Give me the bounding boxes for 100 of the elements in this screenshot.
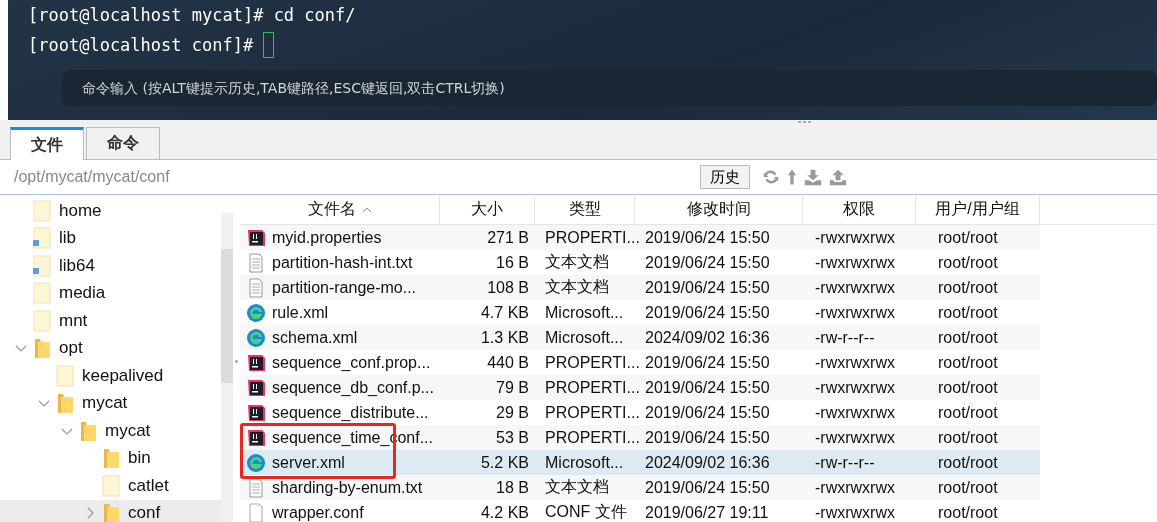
file-row[interactable]: partition-range-mo... 108 B 文本文档 2019/06/24 15:50 -rwxrwxrwx root/root (240, 275, 1040, 300)
path-field[interactable]: /opt/mycat/mycat/conf (14, 168, 700, 186)
column-header[interactable]: 类型 (535, 195, 635, 224)
file-icon (246, 352, 266, 373)
table-cell-text: 2019/06/24 15:50 (644, 427, 771, 448)
table-cell-text: root/root (937, 502, 999, 522)
folder-icon (33, 199, 51, 222)
table-cell-text: 2019/06/27 19:11 (644, 502, 770, 522)
tree-item[interactable]: conf (0, 499, 221, 522)
column-header[interactable]: 文件名 (240, 195, 440, 224)
resize-grip-icon[interactable] (797, 120, 811, 124)
table-cell-text: 2019/06/24 15:50 (644, 277, 771, 298)
table-cell-text: -rwxrwxrwx (814, 252, 896, 273)
tree-item[interactable]: lib (0, 224, 221, 252)
table-cell-text: 79 B (495, 377, 530, 398)
folder-icon (33, 337, 51, 360)
tab[interactable]: 命令 (86, 127, 160, 159)
table-cell-text: root/root (937, 352, 999, 373)
file-icon (246, 327, 266, 348)
file-row[interactable]: schema.xml 1.3 KB Microsoft... 2024/09/02 16:36 -rw-r--r-- root/root (240, 325, 1040, 350)
file-row[interactable]: sharding-by-enum.txt 18 B 文本文档 2019/06/24 15:50 -rwxrwxrwx root/root (240, 475, 1040, 500)
tree-item[interactable]: home (0, 197, 221, 225)
table-cell-text: 2019/06/24 15:50 (644, 352, 771, 373)
table-cell-text: 108 B (486, 277, 530, 298)
up-arrow-icon[interactable] (787, 168, 797, 186)
table-cell-text: 2019/06/24 15:50 (644, 227, 771, 248)
upload-icon[interactable] (829, 168, 847, 186)
table-cell-text: -rw-r--r-- (814, 327, 876, 348)
file-icon (246, 227, 266, 248)
table-cell-text: -rwxrwxrwx (814, 427, 896, 448)
folder-icon (33, 227, 51, 250)
column-header[interactable]: 修改时间 (635, 195, 803, 224)
tree-item[interactable]: bin (0, 444, 221, 472)
table-cell-text: CONF 文件 (544, 502, 628, 522)
tab[interactable]: 文件 (10, 127, 84, 160)
table-cell-text: -rwxrwxrwx (814, 502, 896, 522)
table-cell-text: -rwxrwxrwx (814, 377, 896, 398)
table-cell-text: -rwxrwxrwx (814, 352, 896, 373)
table-cell-text: 1.3 KB (479, 327, 530, 348)
table-cell-text: Microsoft... (544, 302, 625, 323)
column-header[interactable]: 权限 (803, 195, 916, 224)
tree-item[interactable]: media (0, 279, 221, 307)
table-cell-text: 16 B (495, 252, 530, 273)
tree-item[interactable]: mycat (0, 417, 221, 445)
table-cell-text: 2019/06/24 15:50 (644, 477, 771, 498)
table-cell-text: 440 B (486, 352, 530, 373)
table-cell-text: -rwxrwxrwx (814, 277, 896, 298)
table-cell-text: -rwxrwxrwx (814, 227, 896, 248)
tree-item[interactable]: catlet (0, 472, 221, 500)
table-cell-text: 2019/06/24 15:50 (644, 402, 771, 423)
table-cell-text: 2019/06/24 15:50 (644, 302, 771, 323)
table-cell-text: 29 B (495, 402, 530, 423)
folder-icon (79, 419, 97, 442)
table-cell-text: root/root (937, 402, 999, 423)
folder-icon (56, 364, 74, 387)
table-cell-text: root/root (937, 302, 999, 323)
file-icon (246, 277, 266, 298)
folder-icon (102, 447, 120, 470)
folder-icon (33, 309, 51, 332)
download-icon[interactable] (804, 168, 822, 186)
table-cell-text: -rwxrwxrwx (814, 477, 896, 498)
file-row[interactable]: sequence_db_conf.p... 79 B PROPERTI... 2019/06/24 15:50 -rwxrwxrwx root/root (240, 375, 1040, 400)
file-icon (246, 252, 266, 273)
file-row[interactable]: myid.properties 271 B PROPERTI... 2019/06/24 15:50 -rwxrwxrwx root/root (240, 225, 1040, 250)
tree-item[interactable]: mnt (0, 307, 221, 335)
table-cell-text: 文本文档 (544, 252, 610, 272)
table-cell-text: root/root (937, 252, 999, 273)
refresh-icon[interactable] (762, 168, 780, 186)
folder-icon (102, 474, 120, 497)
tree-item[interactable]: opt (0, 334, 221, 362)
table-cell-text: root/root (937, 377, 999, 398)
table-cell-text: 18 B (495, 477, 530, 498)
table-cell-text: 2019/06/24 15:50 (644, 377, 771, 398)
tree-item[interactable]: keepalived (0, 362, 221, 390)
table-cell-text: 2024/09/02 16:36 (644, 452, 771, 473)
scrollbar-thumb[interactable] (221, 249, 233, 383)
folder-icon (56, 392, 74, 415)
table-cell-text: root/root (937, 327, 999, 348)
column-header[interactable]: 大小 (440, 195, 535, 224)
command-input-field[interactable]: 命令输入 (按ALT键提示历史,TAB键路径,ESC键返回,双击CTRL切换) (62, 70, 1157, 106)
tree-item[interactable]: mycat (0, 389, 221, 417)
file-row[interactable]: server.xml 5.2 KB Microsoft... 2024/09/02 16:36 -rw-r--r-- root/root (240, 450, 1040, 475)
table-cell-text: root/root (937, 277, 999, 298)
folder-icon (33, 282, 51, 305)
table-cell-text: Microsoft... (544, 327, 625, 348)
file-icon (246, 427, 266, 448)
table-cell-text: 53 B (495, 427, 530, 448)
file-icon (246, 502, 266, 522)
table-cell-text: root/root (937, 477, 999, 498)
table-cell-text: 2024/09/02 16:36 (644, 327, 771, 348)
file-icon (246, 302, 266, 323)
table-cell-text: -rwxrwxrwx (814, 302, 896, 323)
file-icon (246, 452, 266, 473)
table-cell-text: root/root (937, 227, 999, 248)
history-button[interactable]: 历史 (700, 165, 750, 189)
table-cell-text: 4.2 KB (479, 502, 530, 522)
tree-item[interactable]: lib64 (0, 252, 221, 280)
column-header[interactable]: 用户/用户组 (916, 195, 1040, 224)
table-cell-text: -rw-r--r-- (814, 452, 876, 473)
file-icon (246, 377, 266, 398)
